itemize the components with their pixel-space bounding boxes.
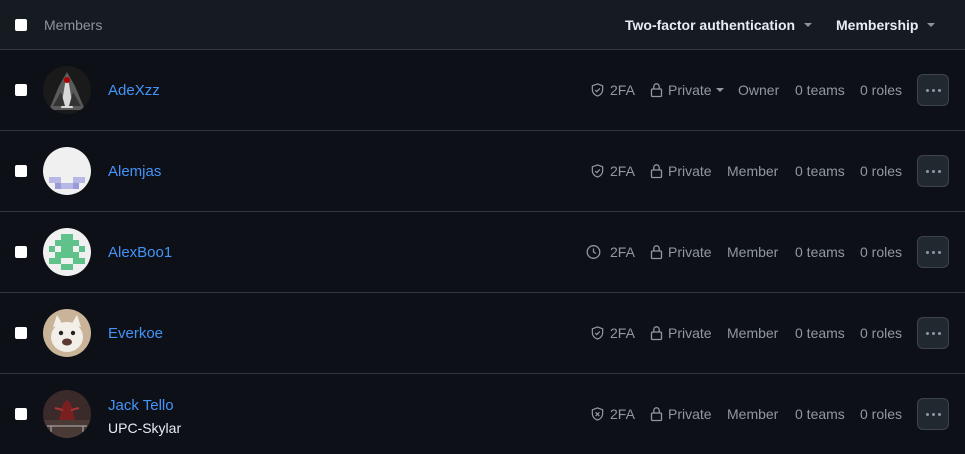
kebab-dot [931, 412, 935, 416]
twofa-status: 2FA [590, 82, 635, 98]
visibility-dropdown[interactable]: Private [650, 82, 724, 98]
member-username[interactable]: AlexBoo1 [108, 244, 172, 261]
member-roles[interactable]: 0 roles [860, 244, 902, 260]
kebab-dot [937, 88, 941, 92]
more-actions-button[interactable] [917, 236, 949, 268]
avatar[interactable] [43, 390, 91, 438]
twofa-label: 2FA [610, 244, 635, 260]
member-checkbox[interactable] [15, 327, 27, 339]
member-role: Member [727, 406, 779, 422]
visibility-status: Private [650, 163, 712, 179]
more-actions-button[interactable] [917, 317, 949, 349]
visibility-label: Private [668, 82, 712, 98]
avatar[interactable] [43, 66, 91, 114]
kebab-dot [937, 169, 941, 173]
avatar[interactable] [43, 228, 91, 276]
kebab-icon [925, 169, 929, 173]
member-role: Member [727, 325, 779, 341]
kebab-dot [931, 331, 935, 335]
member-checkbox[interactable] [15, 165, 27, 177]
member-checkbox[interactable] [15, 246, 27, 258]
more-actions-button[interactable] [917, 74, 949, 106]
member-full-name: UPC-Skylar [108, 420, 182, 436]
twofa-status: 2FA [590, 325, 635, 341]
members-header: Members Two-factor authentication Member… [0, 0, 965, 50]
member-teams[interactable]: 0 teams [795, 406, 845, 422]
twofa-label: 2FA [610, 163, 635, 179]
membership-filter-dropdown[interactable]: Membership [836, 17, 936, 33]
member-username[interactable]: Everkoe [108, 325, 163, 342]
visibility-status: Private [650, 244, 712, 260]
lock-icon [650, 164, 663, 179]
kebab-dot [937, 331, 941, 335]
visibility-label: Private [668, 244, 712, 260]
visibility-label: Private [668, 325, 712, 341]
lock-icon [650, 326, 663, 341]
kebab-icon [925, 412, 929, 416]
member-roles[interactable]: 0 roles [860, 163, 902, 179]
twofa-label: 2FA [610, 325, 635, 341]
member-row: AlexBoo1 2FA Private Member 0 teams 0 ro… [0, 212, 965, 293]
kebab-dot [931, 250, 935, 254]
member-role: Owner [738, 82, 780, 98]
clock-icon [586, 245, 601, 259]
kebab-dot [937, 250, 941, 254]
kebab-icon [925, 331, 929, 335]
chevron-down-icon [927, 23, 936, 27]
more-actions-button[interactable] [917, 398, 949, 430]
visibility-label: Private [668, 163, 712, 179]
lock-icon [650, 407, 663, 422]
shield-check-icon [591, 83, 604, 97]
members-title: Members [44, 17, 103, 33]
member-roles[interactable]: 0 roles [860, 82, 902, 98]
member-checkbox[interactable] [15, 408, 27, 420]
twofa-label: 2FA [610, 82, 635, 98]
members-table: Members Two-factor authentication Member… [0, 0, 965, 444]
member-row: Everkoe 2FA Private Member 0 teams 0 rol… [0, 293, 965, 374]
member-teams[interactable]: 0 teams [795, 82, 845, 98]
kebab-dot [937, 412, 941, 416]
chevron-down-icon [715, 88, 724, 92]
member-row: AdeXzz 2FA Private Owner 0 teams 0 roles [0, 50, 965, 131]
member-role: Member [727, 244, 779, 260]
member-teams[interactable]: 0 teams [795, 163, 845, 179]
more-actions-button[interactable] [917, 155, 949, 187]
avatar[interactable] [43, 147, 91, 195]
membership-filter-label: Membership [836, 17, 919, 33]
twofa-label: 2FA [610, 406, 635, 422]
member-checkbox[interactable] [15, 84, 27, 96]
visibility-status: Private [650, 325, 712, 341]
member-teams[interactable]: 0 teams [795, 244, 845, 260]
avatar[interactable] [43, 309, 91, 357]
shield-check-icon [591, 164, 604, 178]
twofa-status: 2FA [585, 244, 635, 260]
member-teams[interactable]: 0 teams [795, 325, 845, 341]
two-factor-filter-label: Two-factor authentication [625, 17, 796, 33]
kebab-dot [931, 169, 935, 173]
kebab-icon [925, 250, 929, 254]
member-role: Member [727, 163, 779, 179]
member-username[interactable]: AdeXzz [108, 82, 160, 99]
member-row: Alemjas 2FA Private Member 0 teams 0 rol… [0, 131, 965, 212]
select-all-checkbox[interactable] [15, 19, 27, 31]
kebab-icon [925, 88, 929, 92]
shield-x-icon [591, 407, 604, 421]
member-roles[interactable]: 0 roles [860, 406, 902, 422]
visibility-label: Private [668, 406, 712, 422]
chevron-down-icon [804, 23, 813, 27]
shield-check-icon [591, 326, 604, 340]
two-factor-filter-dropdown[interactable]: Two-factor authentication [625, 17, 813, 33]
twofa-status: 2FA [590, 406, 635, 422]
lock-icon [650, 245, 663, 260]
visibility-status: Private [650, 406, 712, 422]
member-roles[interactable]: 0 roles [860, 325, 902, 341]
twofa-status: 2FA [590, 163, 635, 179]
member-row: Jack Tello UPC-Skylar 2FA Private Member… [0, 374, 965, 454]
kebab-dot [931, 88, 935, 92]
member-username[interactable]: Alemjas [108, 163, 161, 180]
member-username[interactable]: Jack Tello [108, 397, 174, 414]
lock-icon [650, 83, 663, 98]
